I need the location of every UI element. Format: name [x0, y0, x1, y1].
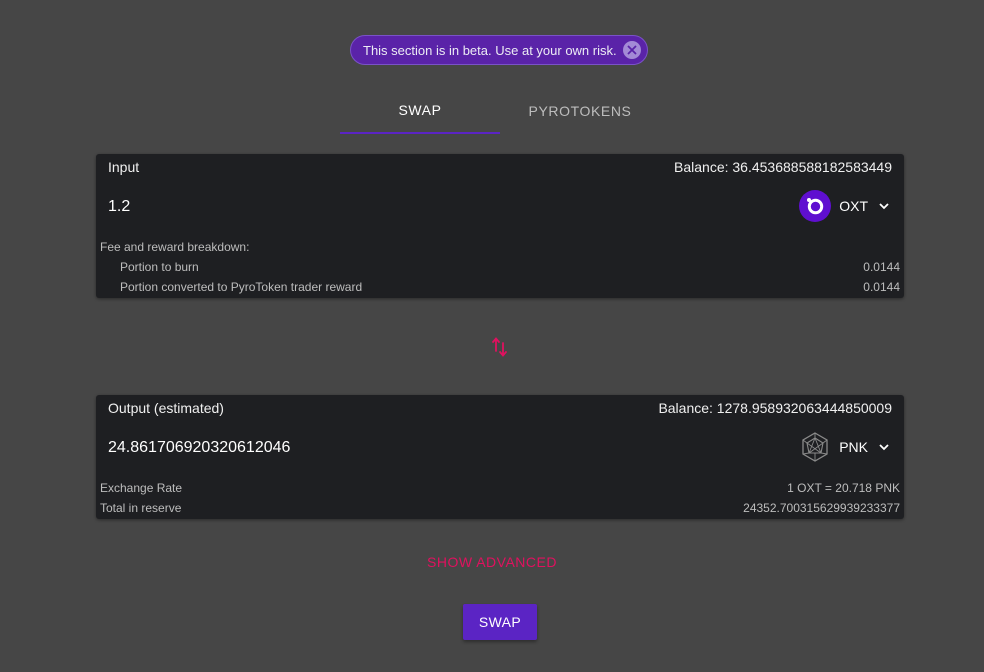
output-token-selector[interactable]: PNK — [799, 431, 890, 463]
detail-value: 1 OXT = 20.718 PNK — [787, 481, 900, 495]
fee-row-value: 0.0144 — [863, 280, 900, 294]
tab-pyrotokens[interactable]: PYROTOKENS — [500, 88, 660, 134]
beta-warning-text: This section is in beta. Use at your own… — [363, 42, 617, 58]
tab-bar: SWAP PYROTOKENS — [340, 88, 660, 134]
input-label: Input — [108, 159, 140, 175]
exchange-rate-row: Exchange Rate 1 OXT = 20.718 PNK — [100, 481, 900, 495]
fee-row-label: Portion to burn — [120, 260, 199, 274]
fee-breakdown-title: Fee and reward breakdown: — [100, 240, 250, 254]
detail-label: Total in reserve — [100, 501, 182, 515]
close-icon[interactable] — [623, 41, 641, 59]
fee-row-burn: Portion to burn 0.0144 — [100, 260, 900, 274]
detail-label: Exchange Rate — [100, 481, 183, 495]
output-token-symbol: PNK — [839, 439, 868, 455]
detail-value: 24352.700315629939233377 — [743, 501, 900, 515]
input-token-selector[interactable]: OXT — [799, 190, 890, 222]
output-card: Output (estimated) Balance: 1278.9589320… — [96, 395, 904, 519]
input-card-header: Input Balance: 36.453688588182583449 — [108, 159, 892, 175]
output-amount-field[interactable]: 24.861706920320612046 — [108, 439, 290, 457]
swap-button[interactable]: SWAP — [463, 604, 537, 640]
chevron-down-icon — [879, 203, 889, 210]
reserve-row: Total in reserve 24352.70031562993923337… — [100, 501, 900, 515]
output-card-header: Output (estimated) Balance: 1278.9589320… — [108, 400, 892, 416]
swap-page: This section is in beta. Use at your own… — [0, 0, 984, 672]
fee-row-label: Portion converted to PyroToken trader re… — [120, 280, 363, 294]
beta-warning-chip: This section is in beta. Use at your own… — [350, 35, 648, 65]
output-label: Output (estimated) — [108, 400, 224, 416]
output-balance: Balance: 1278.958932063444850009 — [658, 400, 892, 416]
kleros-logo-icon — [799, 431, 831, 463]
chevron-down-icon — [879, 444, 889, 451]
input-token-symbol: OXT — [839, 198, 868, 214]
orchid-logo-icon — [799, 190, 832, 222]
input-card: Input Balance: 36.453688588182583449 1.2… — [96, 154, 904, 298]
show-advanced-toggle[interactable]: SHOW ADVANCED — [0, 554, 984, 570]
input-amount-field[interactable]: 1.2 — [108, 198, 130, 216]
swap-direction-icon[interactable] — [491, 336, 509, 358]
fee-row-reward: Portion converted to PyroToken trader re… — [100, 280, 900, 294]
tab-swap[interactable]: SWAP — [340, 88, 500, 134]
fee-row-value: 0.0144 — [863, 260, 900, 274]
input-balance[interactable]: Balance: 36.453688588182583449 — [674, 159, 892, 175]
